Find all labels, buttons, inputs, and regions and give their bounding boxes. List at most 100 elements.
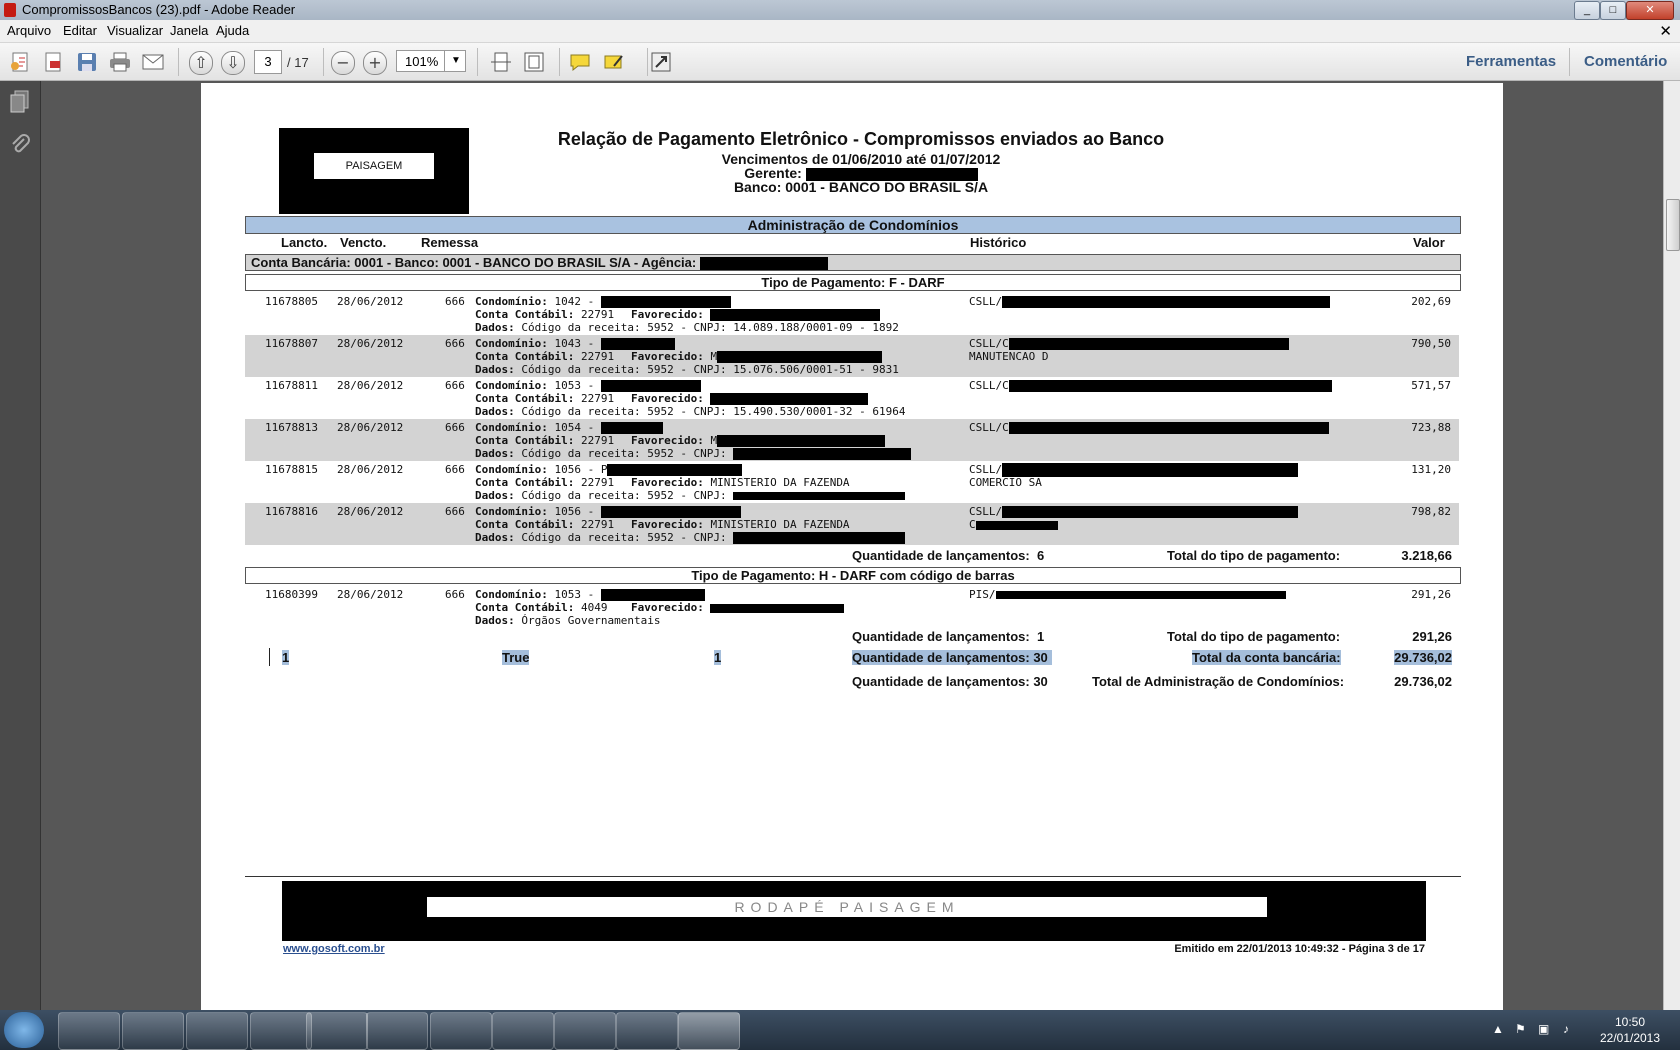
- next-page-icon[interactable]: ⇩: [221, 51, 245, 75]
- create-pdf-icon[interactable]: [9, 50, 33, 74]
- selected-text[interactable]: 1: [714, 650, 722, 665]
- menu-janela[interactable]: Janela: [170, 23, 208, 38]
- redacted-block: [1002, 463, 1299, 477]
- vertical-scrollbar[interactable]: [1663, 81, 1680, 1011]
- adobe-reader-taskbar-icon[interactable]: [678, 1012, 740, 1050]
- clock[interactable]: 10:50 22/01/2013: [1585, 1014, 1675, 1046]
- menu-editar[interactable]: Editar: [63, 23, 97, 38]
- redacted-block: [1002, 506, 1299, 518]
- report-bank: Banco: 0001 - BANCO DO BRASIL S/A: [733, 179, 989, 195]
- comment-link[interactable]: Comentário: [1584, 53, 1667, 70]
- row-dados: Dados: Código da receita: 5952 - CNPJ:: [475, 447, 912, 460]
- menu-bar: Arquivo Editar Visualizar Janela Ajuda ✕: [0, 20, 1680, 43]
- redacted-block: [717, 435, 886, 447]
- row-lancto: 11678811: [265, 379, 318, 392]
- tools-link[interactable]: Ferramentas: [1466, 53, 1556, 70]
- redacted-block: [717, 351, 883, 363]
- row-condominio: Condomínio: 1054 -: [475, 421, 663, 434]
- dados-value: Órgãos Governamentais: [521, 614, 661, 627]
- app-taskbar-icon[interactable]: [554, 1012, 616, 1050]
- attachments-icon[interactable]: [9, 133, 31, 157]
- table-row: 11680399 28/06/2012 666 Condomínio: 1053…: [245, 586, 1459, 628]
- row-valor: 291,26: [1411, 588, 1451, 601]
- zoom-in-icon[interactable]: +: [363, 51, 387, 75]
- clock-time: 10:50: [1614, 1015, 1646, 1029]
- account-total[interactable]: 29.736,02: [1394, 650, 1452, 665]
- account-count-label[interactable]: Quantidade de lançamentos: 30: [852, 650, 1052, 665]
- footer-rule: [245, 876, 1461, 877]
- payment-type-bar: Tipo de Pagamento: H - DARF com código d…: [245, 567, 1461, 584]
- close-button[interactable]: ✕: [1626, 1, 1674, 20]
- footer-emitted: Emitido em 22/01/2013 10:49:32 - Página …: [1174, 943, 1425, 955]
- maximize-button[interactable]: □: [1600, 1, 1626, 20]
- zoom-out-icon[interactable]: −: [331, 51, 355, 75]
- save-icon[interactable]: [75, 50, 99, 74]
- print-icon[interactable]: [108, 50, 132, 74]
- highlight-icon[interactable]: [602, 50, 626, 74]
- chrome-taskbar-icon[interactable]: [122, 1012, 184, 1050]
- menu-ajuda[interactable]: Ajuda: [216, 23, 249, 38]
- table-row: 11678811 28/06/2012 666 Condomínio: 1053…: [245, 377, 1459, 419]
- row-dados: Dados: Código da receita: 5952 - CNPJ: 1…: [475, 321, 899, 334]
- minimize-button[interactable]: _: [1574, 1, 1600, 20]
- selected-text[interactable]: True: [502, 650, 530, 665]
- conta-value: 22791: [580, 308, 615, 321]
- internet-explorer-taskbar-icon[interactable]: [250, 1012, 312, 1050]
- pdf-page: PAISAGEM Relação de Pagamento Eletrônico…: [201, 83, 1503, 1010]
- col-vencto: Vencto.: [340, 235, 387, 250]
- row-valor: 131,20: [1411, 463, 1451, 476]
- label-conta: Conta Contábil:: [475, 308, 575, 321]
- page-number-input[interactable]: 3: [254, 50, 282, 74]
- close-document-icon[interactable]: ✕: [1659, 22, 1672, 40]
- fit-page-icon[interactable]: [522, 50, 546, 74]
- row-historico: PIS/: [969, 588, 1286, 601]
- show-hidden-icons-icon[interactable]: ▲: [1492, 1022, 1504, 1036]
- redacted-block: [710, 309, 881, 321]
- firefox-taskbar-icon[interactable]: [186, 1012, 248, 1050]
- flag-icon[interactable]: ⚑: [1515, 1022, 1526, 1036]
- explorer-taskbar-icon[interactable]: [58, 1012, 120, 1050]
- volume-icon[interactable]: ♪: [1563, 1022, 1569, 1036]
- previous-page-icon[interactable]: ⇧: [189, 51, 213, 75]
- fit-width-icon[interactable]: [489, 50, 513, 74]
- app-taskbar-icon[interactable]: [492, 1012, 554, 1050]
- redacted-block: [600, 296, 731, 308]
- label-dados: Dados:: [475, 531, 515, 544]
- label-favorecido: Favorecido:: [631, 518, 704, 531]
- redacted-block: [710, 393, 869, 405]
- selected-text[interactable]: 1: [282, 650, 290, 665]
- label-condominio: Condomínio:: [475, 505, 548, 518]
- historico-value: CSLL/: [969, 295, 1003, 308]
- condominio-value: 1056 - P: [554, 463, 608, 476]
- full-screen-icon[interactable]: [649, 50, 673, 74]
- menu-arquivo[interactable]: Arquivo: [7, 23, 51, 38]
- dados-value: Código da receita: 5952 - CNPJ:: [521, 447, 727, 460]
- comment-note-icon[interactable]: [568, 50, 592, 74]
- group2-total: 291,26: [1412, 629, 1452, 644]
- label-conta: Conta Contábil:: [475, 350, 575, 363]
- row-lancto: 11680399: [265, 588, 318, 601]
- redacted-block: [1008, 380, 1332, 392]
- export-pdf-icon[interactable]: [42, 50, 66, 74]
- network-icon[interactable]: ▣: [1538, 1022, 1549, 1036]
- start-button[interactable]: [4, 1012, 44, 1048]
- menu-visualizar[interactable]: Visualizar: [107, 23, 163, 38]
- scrollbar-thumb[interactable]: [1666, 199, 1680, 251]
- toolbar-separator: [559, 48, 560, 76]
- row-condominio: Condomínio: 1056 - P: [475, 463, 743, 476]
- skype-taskbar-icon[interactable]: [616, 1012, 678, 1050]
- footer-link[interactable]: www.gosoft.com.br: [283, 943, 385, 955]
- editor-taskbar-icon[interactable]: [306, 1012, 368, 1050]
- account-total-label[interactable]: Total da conta bancária:: [1192, 650, 1341, 665]
- row-vencto: 28/06/2012: [337, 588, 404, 601]
- app-taskbar-icon[interactable]: [366, 1012, 428, 1050]
- chevron-down-icon[interactable]: ▼: [444, 50, 467, 72]
- tools-taskbar-icon[interactable]: [430, 1012, 492, 1050]
- row-historico: CSLL/C: [969, 379, 1332, 392]
- page-thumbnails-icon[interactable]: [8, 89, 32, 115]
- historico-value: CSLL/C: [969, 421, 1009, 434]
- col-historico: Histórico: [970, 235, 1027, 250]
- row-remessa: 666: [445, 588, 465, 601]
- row-conta: Conta Contábil: 22791: [475, 434, 614, 447]
- email-icon[interactable]: [141, 50, 165, 74]
